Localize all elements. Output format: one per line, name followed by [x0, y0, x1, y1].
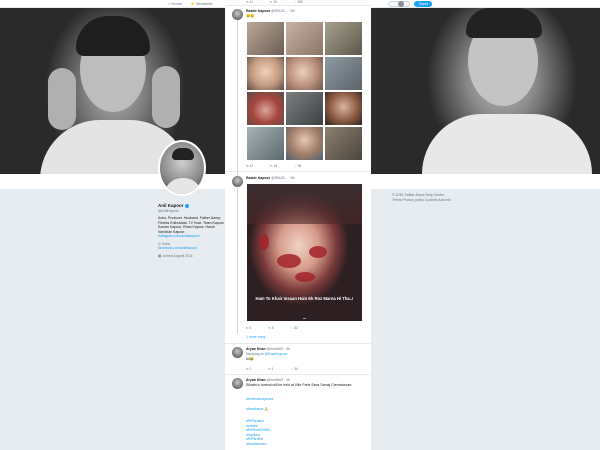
like-button[interactable]: ♡ 34: [290, 367, 305, 371]
tweet-avatar[interactable]: [232, 9, 243, 20]
tweet-author-handle[interactable]: @IRAJB...: [271, 9, 287, 13]
tweet-actions-bar: ✉ 12 ↻ 15 ♡ 96: [246, 164, 317, 168]
compose-tweet-button[interactable]: Tweet: [414, 1, 432, 7]
nav-home-link[interactable]: ⌂ Home: [168, 0, 182, 8]
hashtag-link[interactable]: #forbeckinapeace: [246, 397, 274, 402]
calendar-icon: ▦: [158, 253, 162, 258]
tweet-text: Slkaleo's funeral will be held at Ville …: [246, 383, 352, 387]
reply-button[interactable]: ✉ 1: [246, 367, 259, 371]
hashtag-link[interactable]: #heartbroken: [246, 442, 267, 447]
profile-name[interactable]: Anil Kapoor: [158, 203, 184, 208]
grid-photo[interactable]: [325, 127, 362, 160]
tweet-avatar[interactable]: [232, 347, 243, 358]
banner-photo-right: [372, 8, 600, 174]
photo-caption-text: Ham To Khair Insaan Hain Ek Roz Marna Hi…: [255, 296, 354, 301]
replying-to-label: Replying to: [246, 352, 264, 356]
profile-info-card: Anil Kapoor @AnilKapoor Actor, Producer,…: [158, 203, 228, 258]
tweet-photo[interactable]: Ham To Khair Insaan Hain Ek Roz Marna Hi…: [247, 184, 362, 321]
grid-photo[interactable]: [247, 92, 284, 125]
grid-photo[interactable]: [247, 127, 284, 160]
profile-bio: Actor, Producer, Husband, Father &amp; F…: [158, 216, 225, 234]
photo-caption-overflow: ...: [302, 315, 307, 320]
tweet-author-name[interactable]: Rasbir Kapoor: [246, 9, 270, 13]
tweet-author-name[interactable]: Aryan Khan: [246, 378, 266, 382]
retweet-button[interactable]: ↻ 5: [268, 326, 281, 330]
thread-line: [237, 20, 238, 180]
like-button[interactable]: ♡ 96: [294, 164, 309, 168]
retweet-button[interactable]: ↻ 1: [268, 367, 281, 371]
grid-photo[interactable]: [325, 92, 362, 125]
grid-photo[interactable]: [325, 22, 362, 55]
retweet-button[interactable]: ↻ 15: [270, 164, 285, 168]
nav-moments-link[interactable]: ⚡ Moments: [190, 0, 213, 8]
grid-photo[interactable]: [247, 22, 284, 55]
tweet-image-grid[interactable]: [247, 22, 362, 160]
more-replies-link[interactable]: 1 more reply: [246, 335, 265, 340]
tweet-timestamp[interactable]: 5h: [291, 9, 295, 13]
profile-link-facebook[interactable]: facebook.com/anilkapoor: [158, 246, 228, 251]
verified-badge-icon: [184, 203, 189, 208]
tweet-actions-bar: ✉ 1 ↻ 1 ♡ 34: [246, 367, 314, 371]
reply-button[interactable]: ✉ 11: [246, 0, 261, 4]
tweet-author-handle[interactable]: @nnnth63: [267, 378, 283, 382]
page-footer-links[interactable]: © 2018 Twitter About Help Center Terms P…: [392, 193, 452, 202]
tweet-author-handle[interactable]: @nnnth63: [267, 347, 283, 351]
tweet-conversation-panel: ✉ 11 ↻ 15 ♡ 389 Rasbir Kapoor @IRAJB... …: [225, 0, 371, 450]
tweet-actions-bar: ✉ 4 ↻ 5 ♡ 52: [246, 326, 314, 330]
tweet-author-name[interactable]: Rasbir Kapoor: [246, 176, 270, 180]
tweet-text: 😢😢: [246, 14, 255, 18]
tweet-avatar[interactable]: [232, 176, 243, 187]
profile-avatar[interactable]: [158, 140, 206, 196]
grid-photo[interactable]: [286, 22, 323, 55]
like-button[interactable]: ♡ 52: [290, 326, 305, 330]
grid-photo[interactable]: [286, 92, 323, 125]
tweet-timestamp[interactable]: 5h: [291, 176, 295, 180]
replying-to-handle[interactable]: @RasbKapoor: [265, 352, 288, 356]
tweet-timestamp[interactable]: 4h: [286, 347, 290, 351]
grid-photo[interactable]: [247, 57, 284, 90]
tweet-text: lol😂: [246, 357, 254, 361]
reply-button[interactable]: ✉ 4: [246, 326, 259, 330]
profile-link-instagram[interactable]: instagram.com/anilskapoor: [158, 234, 228, 239]
folded-hands-icon: 🙏: [264, 407, 269, 411]
tweet-author-name[interactable]: Aryan Khan: [246, 347, 266, 351]
grid-photo[interactable]: [325, 57, 362, 90]
reply-button[interactable]: ✉ 12: [246, 164, 261, 168]
tweet-avatar[interactable]: [232, 378, 243, 389]
grid-photo[interactable]: [286, 57, 323, 90]
retweet-button[interactable]: ↻ 15: [270, 0, 285, 4]
like-button[interactable]: ♡ 389: [294, 0, 311, 4]
hashtag-link[interactable]: #beatthaus: [246, 407, 263, 411]
account-avatar[interactable]: [398, 1, 404, 7]
thread-line: [237, 188, 238, 334]
tweet-timestamp[interactable]: 4h: [286, 378, 290, 382]
profile-handle[interactable]: @AnilKapoor: [158, 209, 228, 213]
grid-photo[interactable]: [286, 127, 323, 160]
tweet-author-handle[interactable]: @IRAJB...: [271, 176, 287, 180]
profile-joined-date: Joined August 2011: [162, 253, 193, 258]
location-pin-icon: ◎: [158, 241, 162, 246]
tweet-actions-bar: ✉ 11 ↻ 15 ♡ 389: [246, 0, 319, 4]
profile-location: India: [162, 241, 170, 246]
